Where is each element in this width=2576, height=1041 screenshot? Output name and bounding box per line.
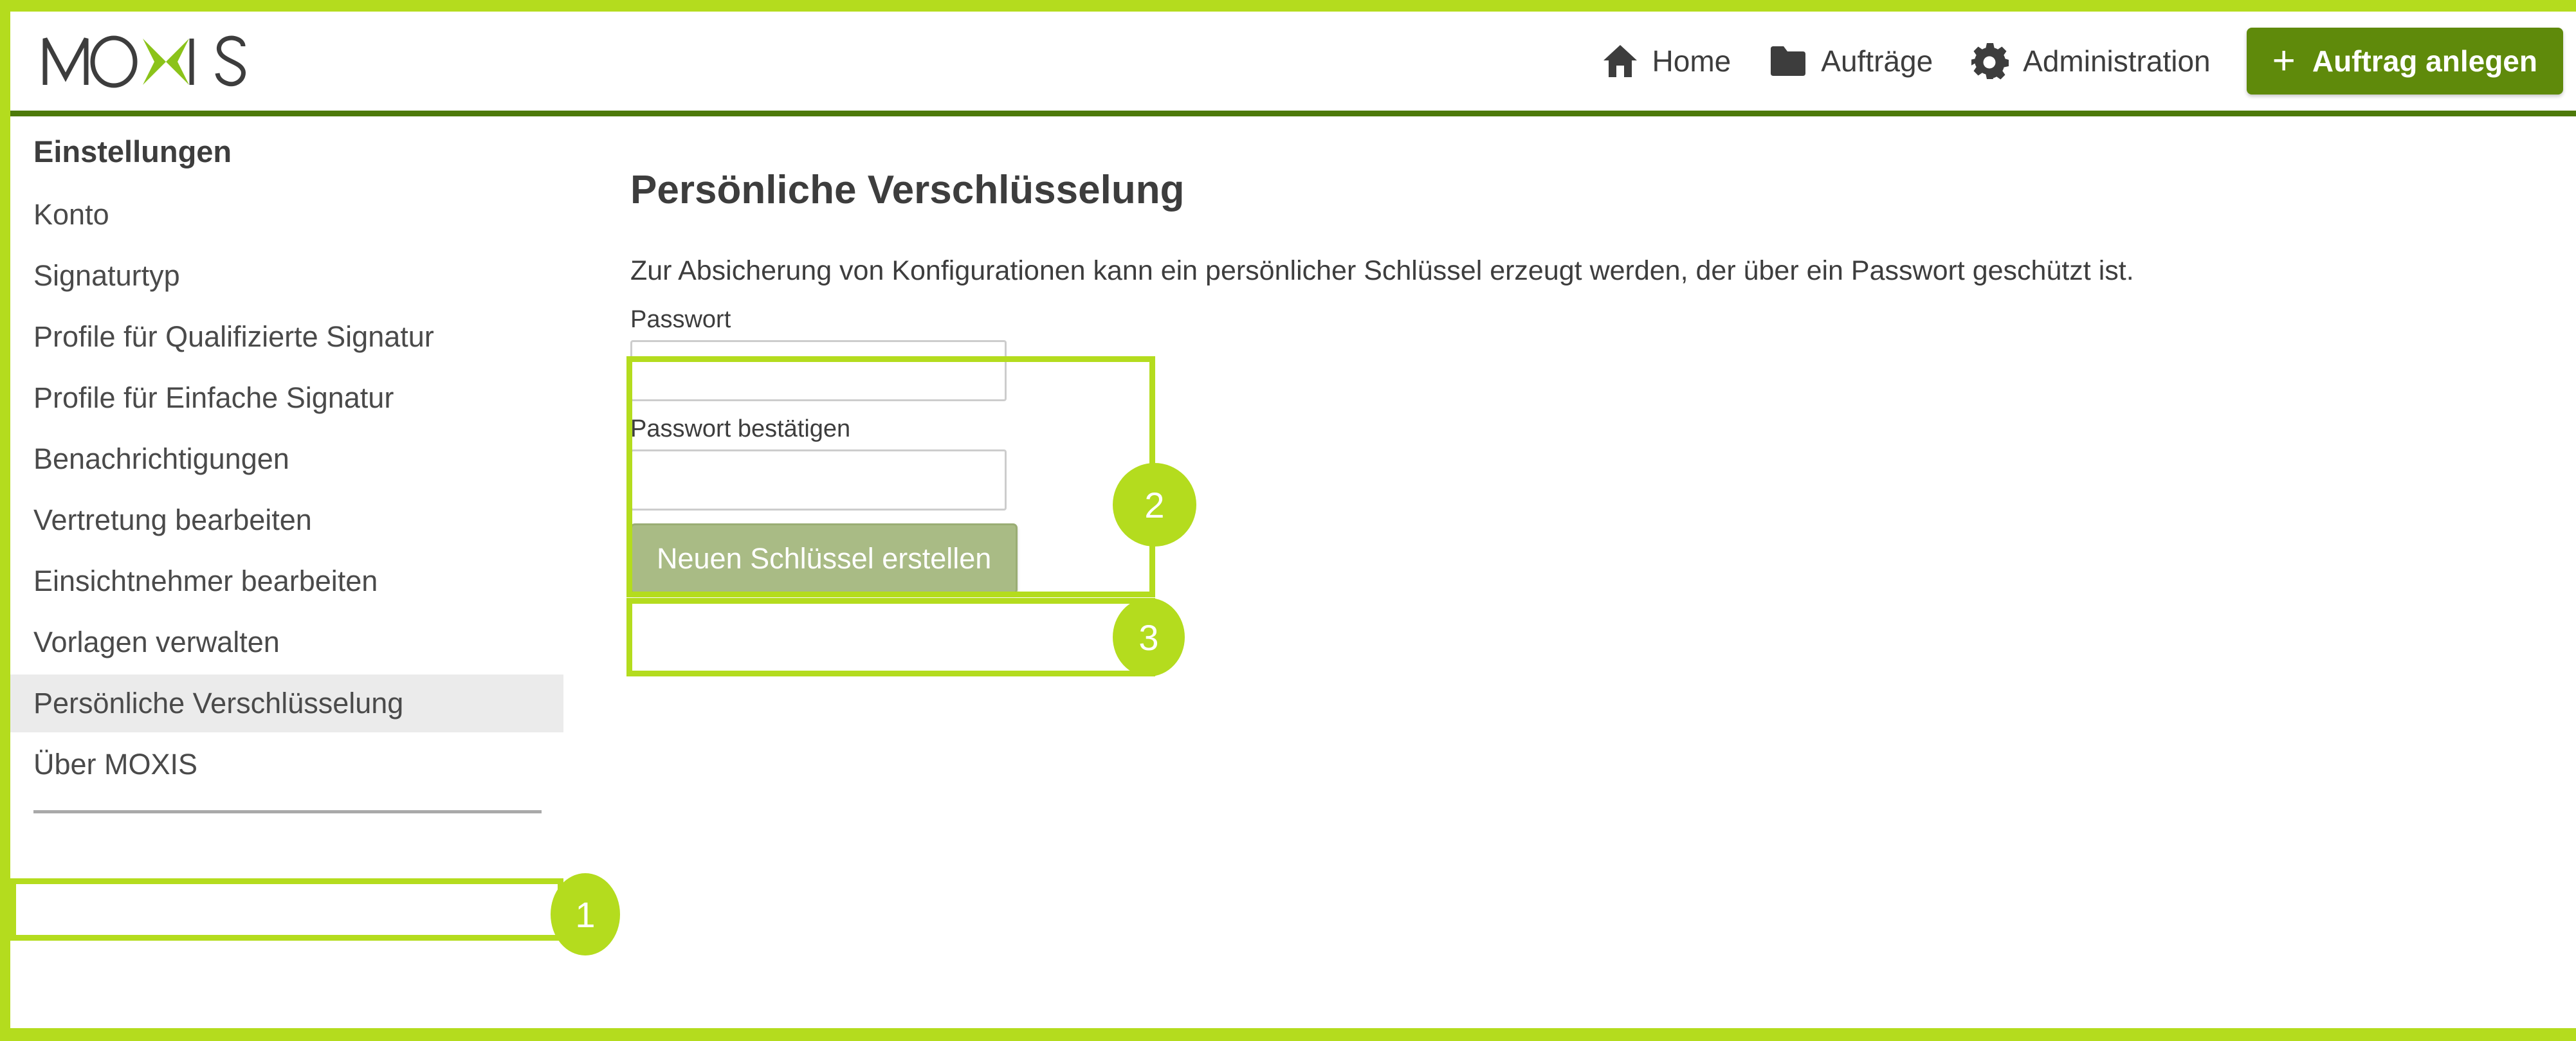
annotation-box-1 xyxy=(10,878,563,941)
sidebar-item-vertretung-bearbeiten[interactable]: Vertretung bearbeiten xyxy=(10,491,563,549)
page-title: Persönliche Verschlüsselung xyxy=(630,168,1185,212)
nav-item-home-label: Home xyxy=(1652,44,1731,78)
plus-icon: + xyxy=(2272,38,2296,83)
sidebar-item-persoenliche-verschluesselung[interactable]: Persönliche Verschlüsselung xyxy=(10,674,563,732)
sidebar-title: Einstellungen xyxy=(33,134,232,168)
annotation-box-3 xyxy=(626,598,1155,676)
password-label: Passwort xyxy=(630,306,731,333)
app-header: Home Aufträge Administration + Auftrag a… xyxy=(10,12,2576,116)
confirm-password-input[interactable] xyxy=(630,449,1007,511)
password-input[interactable] xyxy=(630,340,1007,401)
folder-icon xyxy=(1769,45,1807,77)
sidebar-item-vorlagen-verwalten[interactable]: Vorlagen verwalten xyxy=(10,613,563,671)
home-icon xyxy=(1602,44,1638,78)
nav-item-home[interactable]: Home xyxy=(1583,12,1751,111)
page-frame-top-bar xyxy=(0,0,2576,12)
main-content: Persönliche Verschlüsselung Zur Absicher… xyxy=(630,167,2534,594)
sidebar-item-profile-einfache-signatur[interactable]: Profile für Einfache Signatur xyxy=(10,369,563,427)
create-key-button[interactable]: Neuen Schlüssel erstellen xyxy=(630,523,1018,594)
page-frame-left-bar xyxy=(0,0,10,1041)
sidebar-item-signaturtyp[interactable]: Signaturtyp xyxy=(10,247,563,305)
page-description: Zur Absicherung von Konfigurationen kann… xyxy=(630,255,2134,286)
nav-item-administration-label: Administration xyxy=(2023,44,2211,78)
moxis-logo[interactable] xyxy=(40,33,252,89)
annotation-badge-3: 3 xyxy=(1113,598,1185,676)
header-nav: Home Aufträge Administration + Auftrag a… xyxy=(1583,12,2568,111)
app-page: Home Aufträge Administration + Auftrag a… xyxy=(0,0,2576,1041)
settings-sidebar: Einstellungen Konto Signaturtyp Profile … xyxy=(10,122,563,813)
gear-icon xyxy=(1971,42,2009,80)
sidebar-item-profile-qualifizierte-signatur[interactable]: Profile für Qualifizierte Signatur xyxy=(10,308,563,366)
nav-item-auftraege[interactable]: Aufträge xyxy=(1750,12,1952,111)
create-order-button[interactable]: + Auftrag anlegen xyxy=(2246,28,2563,95)
annotation-badge-1: 1 xyxy=(551,873,620,955)
create-order-button-label: Auftrag anlegen xyxy=(2312,44,2537,78)
sidebar-item-konto[interactable]: Konto xyxy=(10,186,563,244)
page-frame-bottom-bar xyxy=(0,1028,2576,1041)
sidebar-divider xyxy=(33,810,542,813)
confirm-password-label: Passwort bestätigen xyxy=(630,415,851,442)
sidebar-item-ueber-moxis[interactable]: Über MOXIS xyxy=(10,736,563,793)
nav-item-administration[interactable]: Administration xyxy=(1952,12,2229,111)
sidebar-item-benachrichtigungen[interactable]: Benachrichtigungen xyxy=(10,430,563,488)
password-fields-group: Passwort Passwort bestätigen xyxy=(630,306,2534,511)
sidebar-item-einsichtnehmer-bearbeiten[interactable]: Einsichtnehmer bearbeiten xyxy=(10,552,563,610)
nav-item-auftraege-label: Aufträge xyxy=(1821,44,1933,78)
create-key-button-label: Neuen Schlüssel erstellen xyxy=(657,542,992,575)
annotation-badge-2: 2 xyxy=(1113,463,1196,547)
